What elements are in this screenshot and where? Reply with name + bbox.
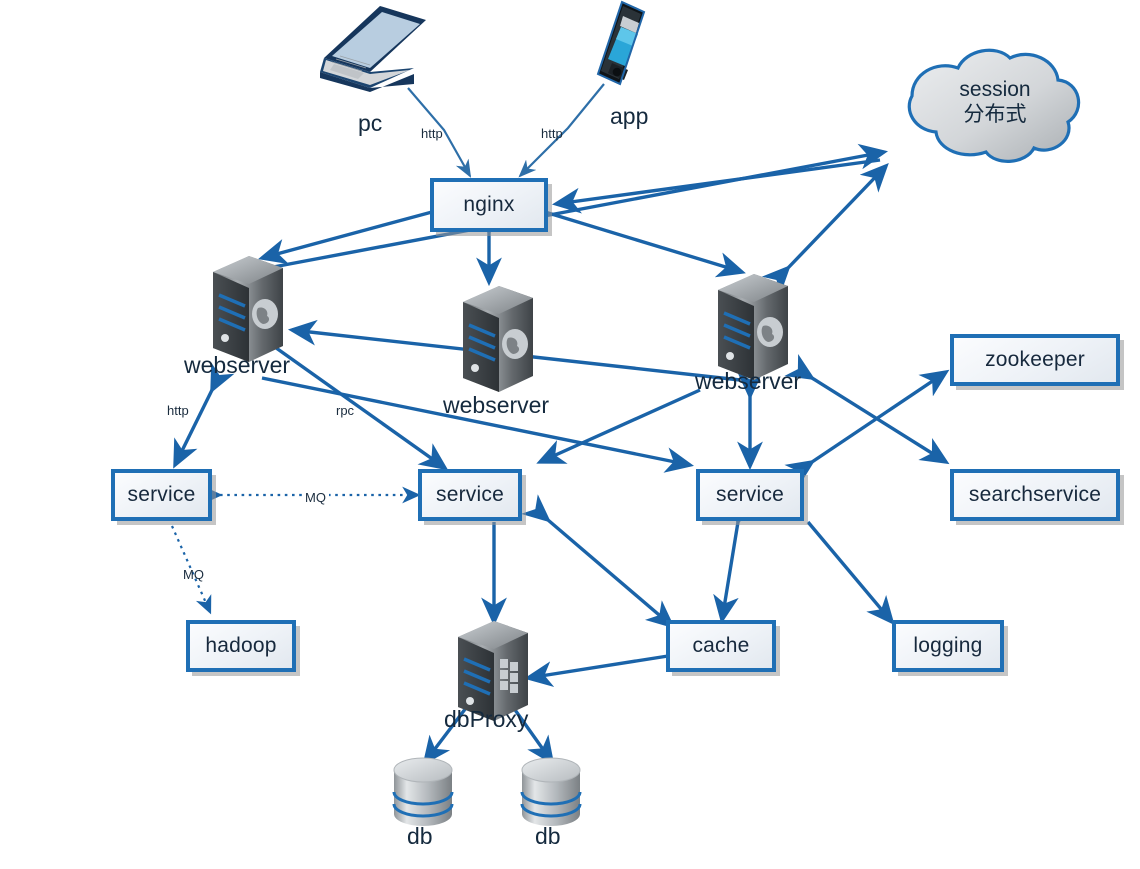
label-webserver-left: webserver (184, 352, 291, 378)
node-cache-label: cache (692, 634, 750, 657)
server-icon-webserver-mid (463, 286, 533, 392)
label-mq-hadoop: MQ (183, 567, 204, 582)
node-hadoop[interactable]: hadoop (186, 620, 296, 672)
server-icon-webserver-left (213, 256, 283, 362)
label-mq-service: MQ (302, 490, 329, 505)
phone-icon (596, 0, 646, 86)
node-logging[interactable]: logging (892, 620, 1004, 672)
node-hadoop-label: hadoop (205, 634, 277, 657)
db-cylinder-left (392, 757, 454, 826)
node-service-left-label: service (127, 483, 196, 506)
label-http-app: http (541, 126, 563, 141)
node-searchservice[interactable]: searchservice (950, 469, 1120, 521)
node-zookeeper[interactable]: zookeeper (950, 334, 1120, 386)
session-label-line1: session (959, 78, 1031, 102)
server-icon-webserver-right (718, 274, 788, 380)
node-logging-label: logging (913, 634, 983, 657)
db-cylinder-right (520, 757, 582, 826)
session-label-line2: 分布式 (963, 103, 1027, 126)
label-webserver-right: webserver (695, 368, 802, 394)
node-service-mid[interactable]: service (418, 469, 522, 521)
label-db-left: db (407, 823, 433, 849)
label-dbproxy: dbProxy (444, 706, 529, 732)
session-cloud-text: session 分布式 (900, 44, 1090, 168)
node-nginx-label: nginx (463, 193, 515, 216)
label-pc: pc (358, 110, 383, 136)
node-session-cloud[interactable]: session 分布式 (900, 44, 1090, 168)
node-service-left[interactable]: service (111, 469, 212, 521)
node-nginx[interactable]: nginx (430, 178, 548, 232)
architecture-diagram: nginx zookeeper searchservice service se… (0, 0, 1140, 869)
label-app: app (610, 103, 649, 129)
node-service-right[interactable]: service (696, 469, 804, 521)
label-http-pc: http (421, 126, 443, 141)
label-db-right: db (535, 823, 561, 849)
label-rpc: rpc (336, 403, 355, 418)
laptop-icon (320, 6, 426, 92)
node-service-mid-label: service (436, 483, 504, 506)
label-webserver-mid: webserver (443, 392, 550, 418)
label-http-service: http (167, 403, 189, 418)
node-service-right-label: service (716, 483, 784, 506)
node-zookeeper-label: zookeeper (985, 348, 1085, 371)
node-cache[interactable]: cache (666, 620, 776, 672)
node-searchservice-label: searchservice (968, 483, 1102, 506)
